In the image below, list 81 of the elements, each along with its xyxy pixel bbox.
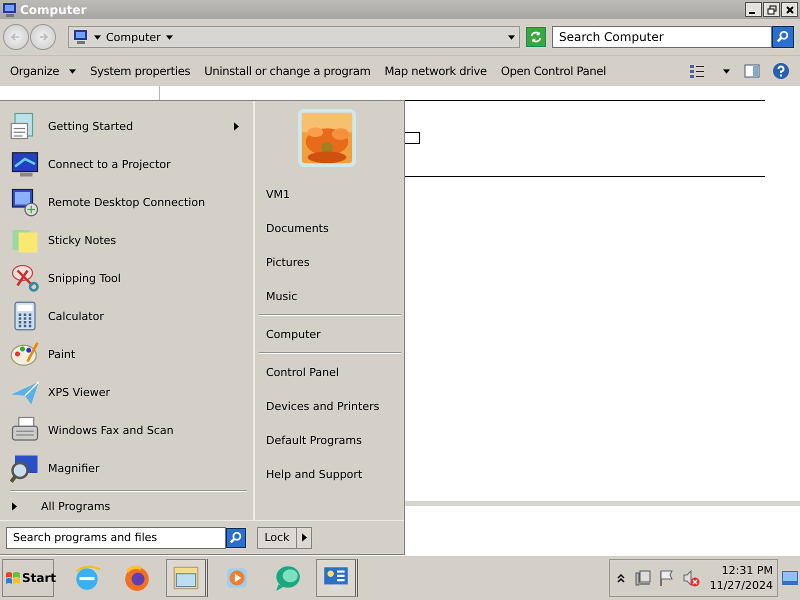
start-menu-item-label: XPS Viewer [48, 386, 112, 398]
caret-icon[interactable] [723, 68, 730, 74]
start-menu-item-label: Connect to a Projector [48, 158, 172, 170]
all-programs-label: All Programs [41, 500, 110, 513]
search-field[interactable]: Search Computer [552, 26, 772, 48]
start-menu-item-label: Snipping Tool [48, 272, 122, 284]
start-menu-link[interactable]: VM1 [259, 177, 404, 211]
help-icon [772, 62, 790, 80]
address-bar[interactable]: Computer [68, 26, 520, 48]
monitor-icon [10, 149, 40, 179]
start-button[interactable]: Start [2, 559, 54, 597]
start-menu-item[interactable]: XPS Viewer [6, 373, 253, 411]
start-menu-item[interactable]: Sticky Notes [6, 221, 253, 259]
arrow-icon [12, 502, 17, 511]
address-text: Computer [106, 30, 161, 44]
windows-flag-icon [5, 570, 21, 586]
caret-icon[interactable] [508, 34, 515, 40]
toolbar-button[interactable]: Open Control Panel [494, 61, 612, 81]
start-menu-link[interactable]: Pictures [259, 245, 404, 279]
start-menu-item[interactable]: Windows Fax and Scan [6, 411, 253, 449]
refresh-icon [529, 30, 543, 44]
computer-icon [73, 29, 89, 45]
show-desktop-button[interactable] [782, 571, 798, 585]
start-menu-link[interactable]: Control Panel [259, 355, 404, 389]
caret-icon[interactable] [166, 34, 173, 40]
submenu-arrow-icon [234, 122, 239, 130]
start-menu-item-label: Magnifier [48, 462, 100, 474]
muted-speaker-icon[interactable] [682, 569, 700, 587]
search-button[interactable] [226, 528, 246, 548]
desktop-icon [782, 571, 798, 585]
start-menu-item[interactable]: Getting Started [6, 107, 253, 145]
minimize-button[interactable] [745, 2, 762, 17]
search-button[interactable] [772, 26, 794, 48]
toolbar-button[interactable]: System properties [84, 61, 196, 81]
minimize-icon [749, 12, 755, 14]
taskbar-button[interactable] [166, 559, 208, 597]
restore-icon [766, 4, 776, 14]
monitor-icon [10, 187, 40, 217]
start-menu-link[interactable]: Default Programs [259, 423, 404, 457]
start-menu-item[interactable]: Snipping Tool [6, 259, 253, 297]
toolbar-button[interactable]: Organize [4, 61, 82, 81]
scissors-icon [10, 263, 40, 293]
toolbar-button[interactable]: Map network drive [378, 61, 493, 81]
start-menu-link[interactable]: Computer [259, 317, 404, 351]
start-menu-link[interactable]: Help and Support [259, 457, 404, 491]
search-icon [776, 30, 790, 44]
shutdown-options-button[interactable] [297, 526, 312, 548]
caret-icon [69, 68, 76, 74]
help-button[interactable] [770, 60, 792, 82]
start-menu-link[interactable]: Music [259, 279, 404, 313]
start-menu-item[interactable]: Magnifier [6, 449, 253, 487]
start-menu-item-label: Getting Started [48, 120, 134, 132]
taskbar-button[interactable] [316, 559, 358, 597]
start-menu-link[interactable]: Documents [259, 211, 404, 245]
search-icon [229, 530, 243, 544]
pane-icon [744, 63, 760, 79]
lock-button[interactable]: Lock [257, 526, 297, 548]
start-menu-item-label: Sticky Notes [48, 234, 118, 246]
start-menu-link[interactable]: Devices and Printers [259, 389, 404, 423]
start-menu-item-label: Windows Fax and Scan [48, 424, 175, 436]
start-menu-item[interactable]: Connect to a Projector [6, 145, 253, 183]
browser-icon [122, 563, 152, 593]
caret-icon[interactable] [94, 34, 101, 40]
start-menu-item-label: Paint [48, 348, 76, 360]
window-title: Computer [20, 2, 88, 16]
close-button[interactable] [781, 2, 798, 17]
close-icon [784, 4, 794, 14]
start-menu-item[interactable]: Calculator [6, 297, 253, 335]
start-menu-item-label: Remote Desktop Connection [48, 196, 206, 208]
toolbar-button[interactable]: Uninstall or change a program [198, 61, 377, 81]
magnifier-icon [10, 453, 40, 483]
computer-icon [2, 2, 18, 18]
network-icon[interactable] [634, 569, 652, 587]
restore-button[interactable] [763, 2, 780, 17]
start-menu-item-label: Calculator [48, 310, 105, 322]
start-menu-item[interactable]: Paint [6, 335, 253, 373]
refresh-button[interactable] [526, 27, 546, 47]
search-field[interactable]: Search programs and files [6, 526, 226, 548]
arrow-icon [302, 533, 306, 542]
all-programs-item[interactable]: All Programs [6, 492, 253, 519]
start-menu-item[interactable]: Remote Desktop Connection [6, 183, 253, 221]
